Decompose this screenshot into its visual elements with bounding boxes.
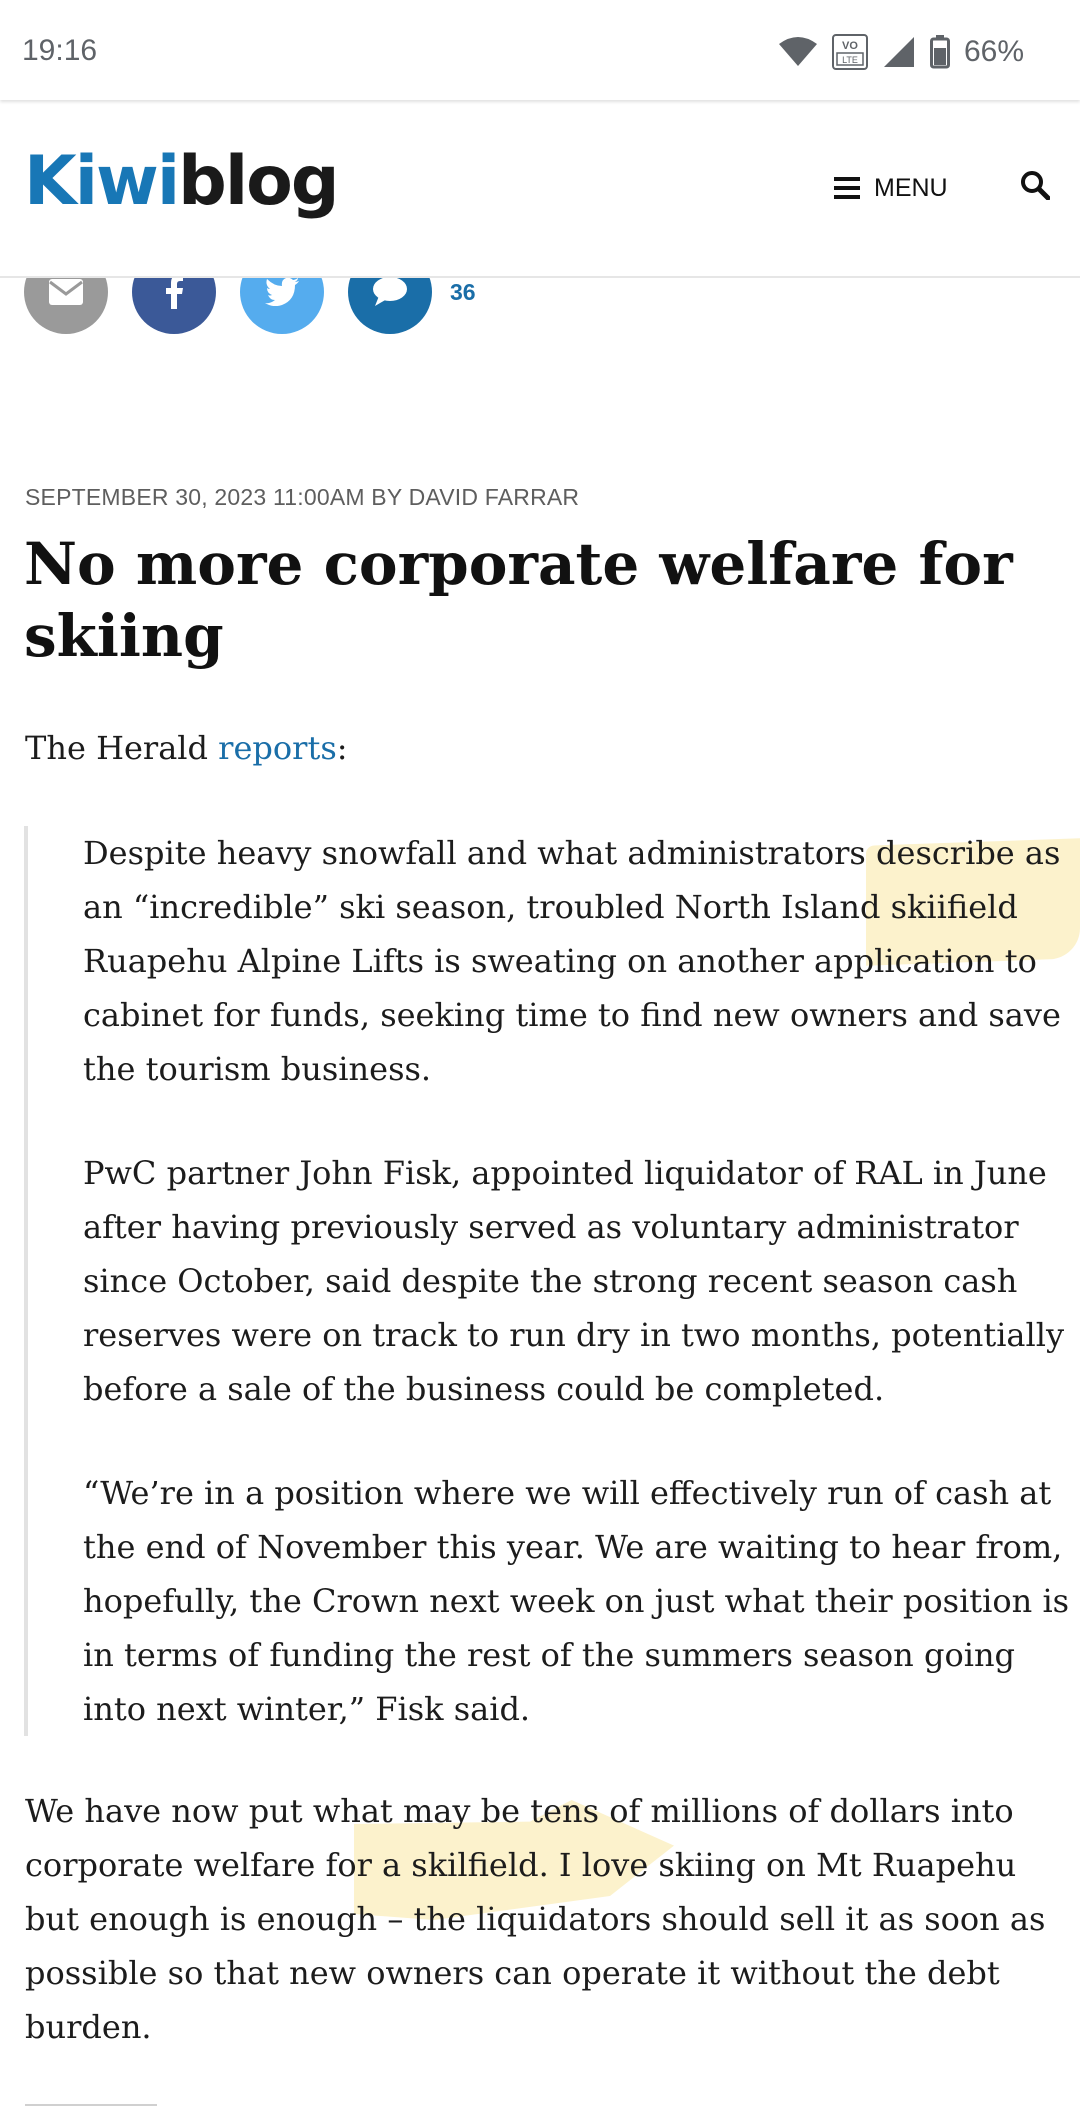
speech-bubble-icon (373, 277, 407, 306)
intro-suffix: : (336, 729, 348, 767)
logo-blog: blog (178, 142, 339, 221)
wifi-icon (778, 37, 817, 66)
quote-paragraph: PwC partner John Fisk, appointed liquida… (83, 1154, 1065, 1408)
signal-icon (883, 37, 914, 67)
site-logo[interactable]: Kiwiblog (24, 148, 340, 216)
site-header: Kiwiblog MENU (0, 100, 1080, 278)
battery-percent: 66% (963, 35, 1024, 68)
quote-paragraph: Despite heavy snowfall and what administ… (83, 834, 1061, 1088)
intro-prefix: The Herald (25, 729, 219, 767)
menu-label: MENU (874, 173, 948, 202)
status-time: 19:16 (22, 34, 98, 67)
blockquote: Despite heavy snowfall and what administ… (24, 826, 1069, 1736)
facebook-icon (166, 275, 183, 309)
envelope-icon (49, 279, 83, 305)
volte-icon: VO LTE (831, 34, 868, 70)
quote-paragraph: “We’re in a position where we will effec… (83, 1474, 1070, 1728)
post-meta: SEPTEMBER 30, 2023 11:00AM BY DAVID FARR… (25, 484, 580, 510)
svg-text:VO: VO (842, 40, 858, 52)
comment-count[interactable]: 36 (450, 279, 476, 306)
hamburger-icon (834, 177, 860, 199)
twitter-icon (265, 278, 299, 306)
battery-icon (929, 35, 950, 69)
status-icons: VO LTE 66% (778, 30, 1024, 74)
intro-paragraph: The Herald reports: (25, 721, 348, 775)
svg-text:LTE: LTE (842, 55, 858, 65)
menu-button[interactable]: MENU (834, 166, 948, 210)
conclusion-paragraph: We have now put what may be tens of mill… (25, 1792, 1046, 2046)
article-title: No more corporate welfare for skiing (24, 530, 1013, 670)
search-icon (1021, 171, 1051, 201)
section-divider (25, 2104, 157, 2106)
status-bar: 19:16 VO LTE 66% (0, 0, 1080, 100)
logo-kiwi: Kiwi (24, 142, 180, 221)
reports-link[interactable]: reports (218, 729, 337, 767)
search-button[interactable] (1020, 170, 1051, 205)
